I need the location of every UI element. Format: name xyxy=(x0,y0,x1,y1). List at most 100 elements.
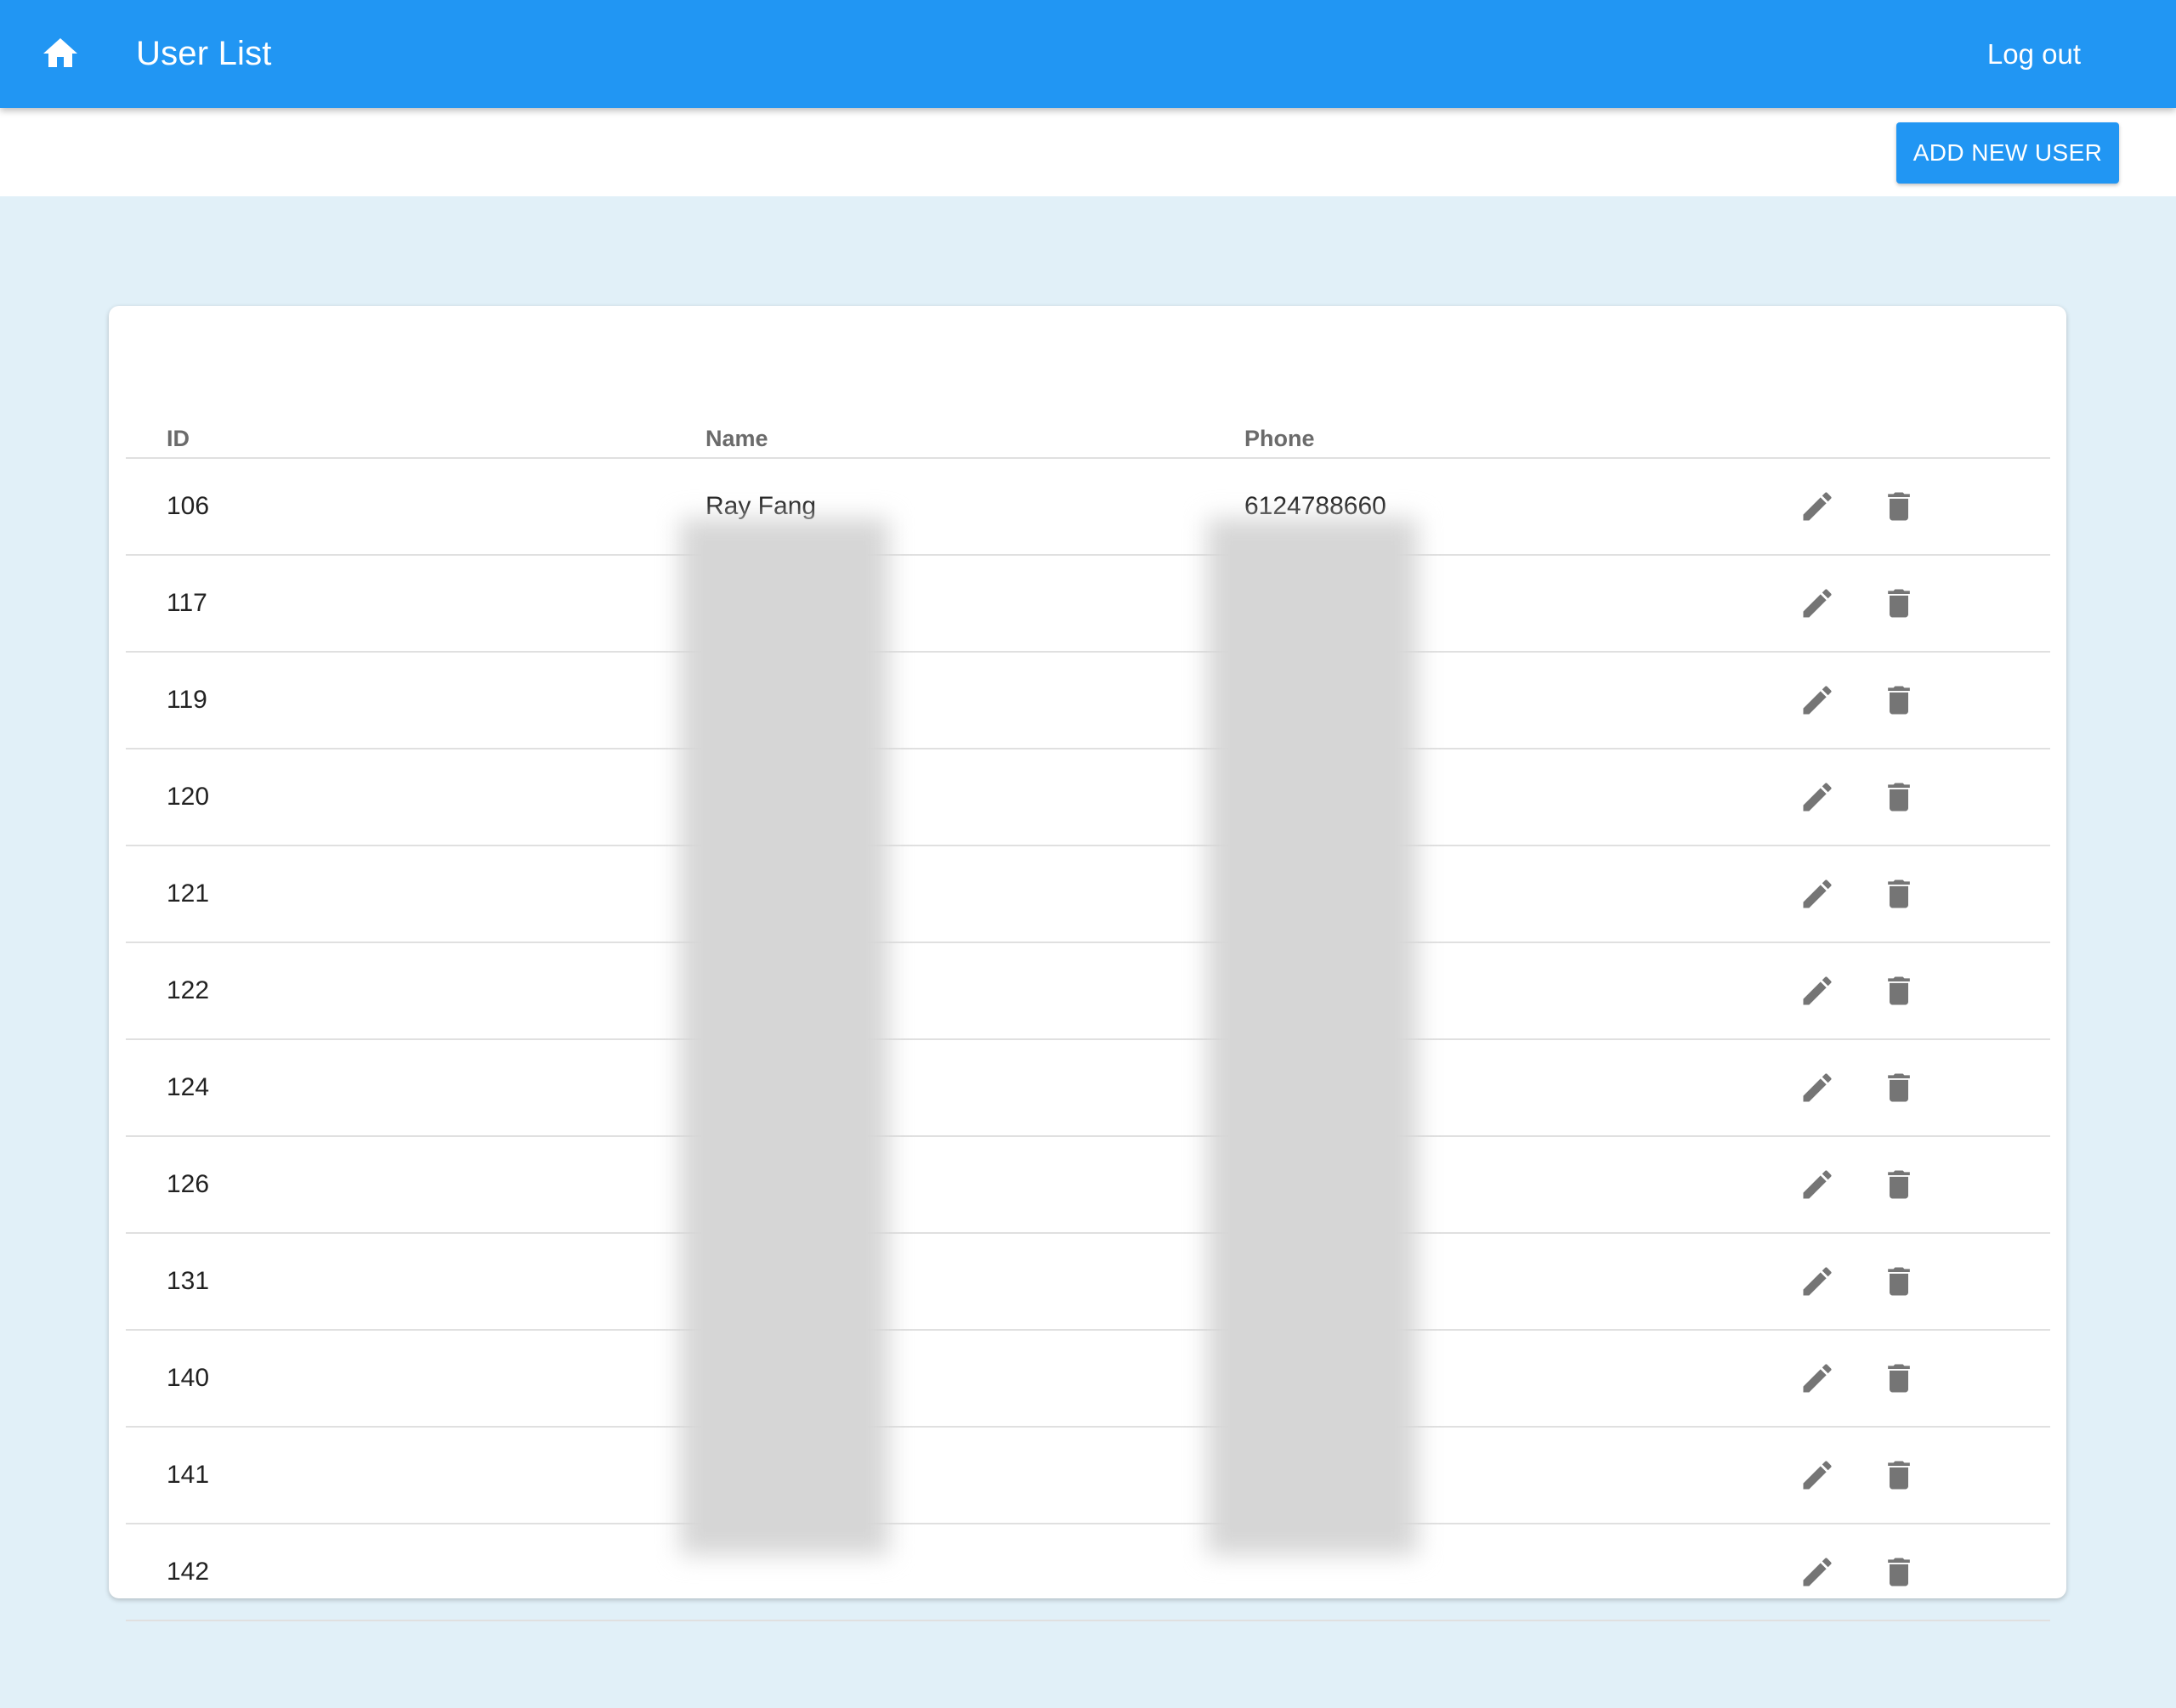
row-actions xyxy=(1785,1353,2050,1404)
table-row: 126 xyxy=(126,1136,2050,1234)
pencil-icon xyxy=(1803,1170,1832,1199)
edit-button[interactable] xyxy=(1792,1159,1843,1210)
table-body: 106 Ray Fang 6124788660 117 119 120 121 122 124 1… xyxy=(126,458,2050,1621)
redaction-overlay-phone xyxy=(1207,518,1418,1555)
trash-icon xyxy=(1888,783,1910,812)
redaction-overlay-name xyxy=(680,518,889,1555)
column-header-name[interactable]: Name xyxy=(706,381,1244,459)
cell-actions xyxy=(1785,1136,2050,1234)
cell-id: 122 xyxy=(126,942,706,1040)
home-icon xyxy=(43,38,77,67)
edit-button[interactable] xyxy=(1792,481,1843,532)
edit-button[interactable] xyxy=(1792,1062,1843,1113)
delete-button[interactable] xyxy=(1873,1353,1924,1404)
cell-actions xyxy=(1785,1039,2050,1137)
table-row: 124 xyxy=(126,1039,2050,1137)
trash-icon xyxy=(1888,1461,1910,1490)
edit-button[interactable] xyxy=(1792,1547,1843,1598)
edit-button[interactable] xyxy=(1792,578,1843,629)
row-actions xyxy=(1785,578,2050,629)
delete-button[interactable] xyxy=(1873,675,1924,726)
row-actions xyxy=(1785,675,2050,726)
edit-button[interactable] xyxy=(1792,965,1843,1016)
table-row: 119 xyxy=(126,652,2050,749)
table-row: 142 xyxy=(126,1524,2050,1621)
trash-icon xyxy=(1888,1558,1910,1586)
table-row: 117 xyxy=(126,555,2050,653)
edit-button[interactable] xyxy=(1792,675,1843,726)
delete-button[interactable] xyxy=(1873,1159,1924,1210)
pencil-icon xyxy=(1803,1461,1832,1490)
column-header-actions xyxy=(1785,381,2050,459)
pencil-icon xyxy=(1803,1267,1832,1296)
delete-button[interactable] xyxy=(1873,1547,1924,1598)
edit-button[interactable] xyxy=(1792,1450,1843,1501)
edit-button[interactable] xyxy=(1792,1353,1843,1404)
delete-button[interactable] xyxy=(1873,772,1924,823)
delete-button[interactable] xyxy=(1873,578,1924,629)
cell-id: 126 xyxy=(126,1136,706,1234)
cell-id: 141 xyxy=(126,1427,706,1524)
row-actions xyxy=(1785,772,2050,823)
row-actions xyxy=(1785,965,2050,1016)
row-actions xyxy=(1785,1256,2050,1307)
table-row: 121 xyxy=(126,846,2050,943)
cell-actions xyxy=(1785,1524,2050,1621)
delete-button[interactable] xyxy=(1873,481,1924,532)
cell-id: 131 xyxy=(126,1233,706,1331)
trash-icon xyxy=(1888,1267,1910,1296)
cell-actions xyxy=(1785,652,2050,749)
edit-button[interactable] xyxy=(1792,868,1843,919)
cell-id: 121 xyxy=(126,846,706,943)
trash-icon xyxy=(1888,879,1910,908)
logout-button[interactable]: Log out xyxy=(1967,20,2101,88)
delete-button[interactable] xyxy=(1873,868,1924,919)
action-toolbar: ADD NEW USER xyxy=(0,108,2176,196)
cell-actions xyxy=(1785,1233,2050,1331)
cell-id: 117 xyxy=(126,555,706,653)
table-row: 122 xyxy=(126,942,2050,1040)
cell-actions xyxy=(1785,942,2050,1040)
table-header: ID Name Phone xyxy=(126,381,2050,459)
home-button[interactable] xyxy=(30,23,91,84)
add-new-user-button[interactable]: ADD NEW USER xyxy=(1896,122,2119,184)
column-header-phone[interactable]: Phone xyxy=(1244,381,1785,459)
delete-button[interactable] xyxy=(1873,1256,1924,1307)
trash-icon xyxy=(1888,976,1910,1005)
row-actions xyxy=(1785,481,2050,532)
pencil-icon xyxy=(1803,879,1832,908)
cell-actions xyxy=(1785,846,2050,943)
trash-icon xyxy=(1888,1073,1910,1102)
trash-icon xyxy=(1888,686,1910,715)
row-actions xyxy=(1785,868,2050,919)
pencil-icon xyxy=(1803,783,1832,812)
cell-id: 124 xyxy=(126,1039,706,1137)
cell-actions xyxy=(1785,458,2050,556)
column-header-id[interactable]: ID xyxy=(126,381,706,459)
delete-button[interactable] xyxy=(1873,1450,1924,1501)
cell-id: 142 xyxy=(126,1524,706,1621)
edit-button[interactable] xyxy=(1792,772,1843,823)
edit-button[interactable] xyxy=(1792,1256,1843,1307)
delete-button[interactable] xyxy=(1873,1062,1924,1113)
row-actions xyxy=(1785,1159,2050,1210)
row-actions xyxy=(1785,1450,2050,1501)
delete-button[interactable] xyxy=(1873,965,1924,1016)
cell-actions xyxy=(1785,555,2050,653)
cell-id: 140 xyxy=(126,1330,706,1428)
pencil-icon xyxy=(1803,1073,1832,1102)
trash-icon xyxy=(1888,1364,1910,1393)
users-table-card: ID Name Phone 106 Ray Fang 6124788660 117 11… xyxy=(109,306,2066,1621)
pencil-icon xyxy=(1803,976,1832,1005)
table-row: 106 Ray Fang 6124788660 xyxy=(126,458,2050,556)
page-title: User List xyxy=(136,35,272,72)
app-bar: User List Log out xyxy=(0,0,2176,108)
pencil-icon xyxy=(1803,1558,1832,1586)
trash-icon xyxy=(1888,589,1910,618)
table-row: 131 xyxy=(126,1233,2050,1331)
row-actions xyxy=(1785,1062,2050,1113)
table-row: 141 xyxy=(126,1427,2050,1524)
users-table: ID Name Phone 106 Ray Fang 6124788660 117 11… xyxy=(126,381,2050,1621)
cell-actions xyxy=(1785,1330,2050,1428)
table-row: 140 xyxy=(126,1330,2050,1428)
